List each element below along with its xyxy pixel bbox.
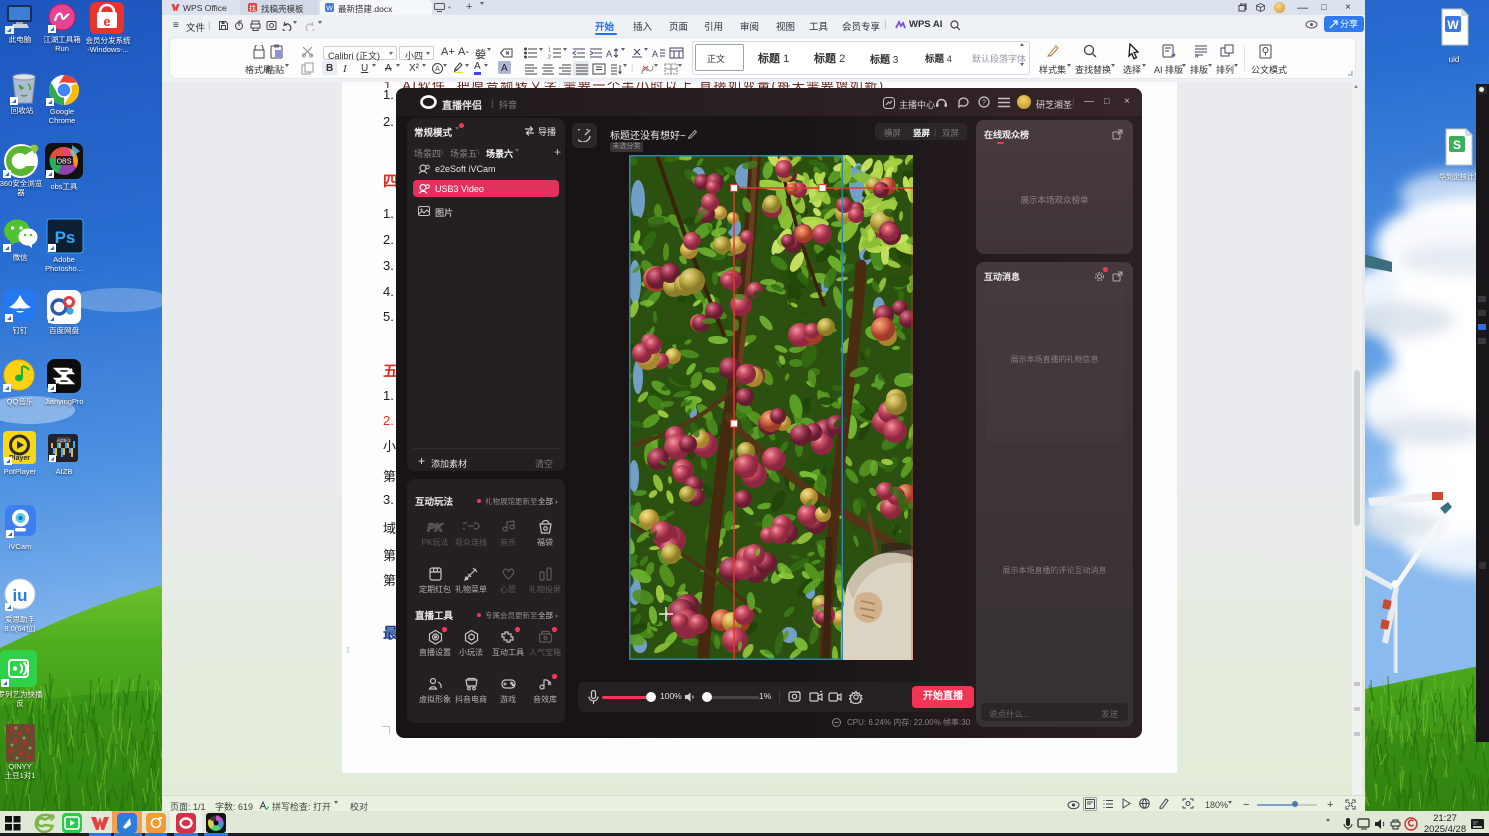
svg-text:W: W xyxy=(326,6,333,13)
svg-text:iu: iu xyxy=(12,586,27,605)
svg-text:S: S xyxy=(1453,138,1461,152)
svg-text:找: 找 xyxy=(249,4,256,13)
svg-text:1: 1 xyxy=(548,48,551,54)
svg-text:PK: PK xyxy=(427,522,443,534)
svg-text:A: A xyxy=(652,49,658,59)
svg-text:Player: Player xyxy=(9,455,30,462)
svg-text:OBS: OBS xyxy=(57,159,72,166)
svg-text:AIZB-3: AIZB-3 xyxy=(56,438,71,443)
svg-text:A: A xyxy=(606,49,612,59)
svg-text:Ps: Ps xyxy=(55,228,76,247)
svg-text:A: A xyxy=(435,66,440,73)
svg-text:e: e xyxy=(103,14,110,29)
svg-text:?: ? xyxy=(982,100,986,107)
svg-text:2: 2 xyxy=(548,55,551,60)
svg-text:W: W xyxy=(1447,18,1459,32)
